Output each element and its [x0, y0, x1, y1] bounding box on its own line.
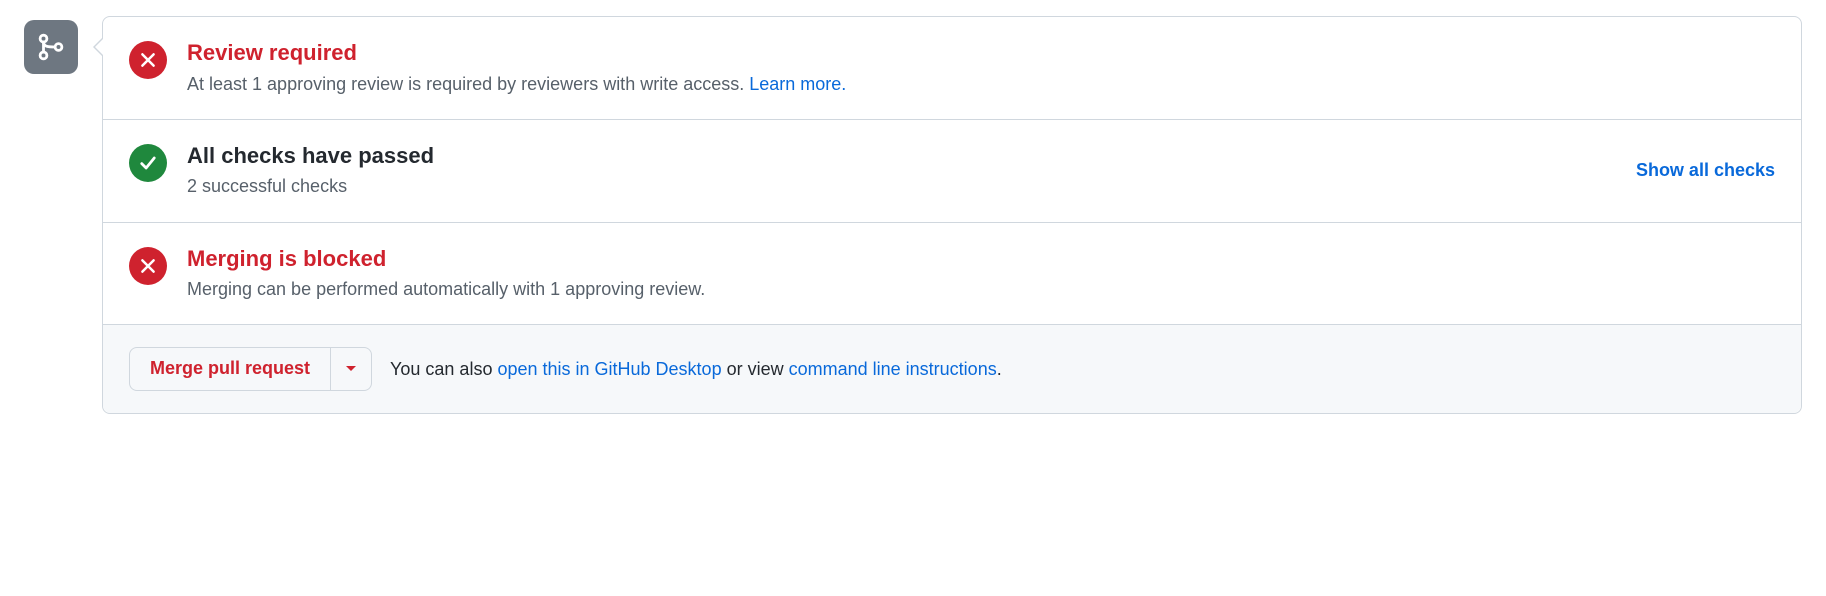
checks-passed-title: All checks have passed — [187, 142, 1616, 171]
review-required-title: Review required — [187, 39, 1775, 68]
merging-blocked-title: Merging is blocked — [187, 245, 1775, 274]
merge-footer-text: You can also open this in GitHub Desktop… — [390, 359, 1002, 380]
x-circle-icon — [129, 41, 167, 79]
git-merge-badge — [24, 20, 78, 74]
x-circle-icon — [129, 247, 167, 285]
caret-down-icon — [345, 365, 357, 373]
command-line-instructions-link[interactable]: command line instructions — [789, 359, 997, 379]
merge-options-dropdown[interactable] — [331, 347, 372, 391]
review-required-desc: At least 1 approving review is required … — [187, 72, 1775, 97]
checks-passed-desc: 2 successful checks — [187, 174, 1616, 199]
merging-blocked-desc: Merging can be performed automatically w… — [187, 277, 1775, 302]
review-required-section: Review required At least 1 approving rev… — [103, 17, 1801, 120]
learn-more-link[interactable]: Learn more. — [749, 74, 846, 94]
check-circle-icon — [129, 144, 167, 182]
open-github-desktop-link[interactable]: open this in GitHub Desktop — [497, 359, 721, 379]
merge-status-panel: Review required At least 1 approving rev… — [102, 16, 1802, 414]
show-all-checks-link[interactable]: Show all checks — [1636, 160, 1775, 180]
merge-button-group: Merge pull request — [129, 347, 372, 391]
git-merge-icon — [36, 32, 66, 62]
merge-pull-request-button[interactable]: Merge pull request — [129, 347, 331, 391]
merging-blocked-section: Merging is blocked Merging can be perfor… — [103, 223, 1801, 326]
merge-footer: Merge pull request You can also open thi… — [103, 325, 1801, 413]
checks-passed-section: All checks have passed 2 successful chec… — [103, 120, 1801, 223]
